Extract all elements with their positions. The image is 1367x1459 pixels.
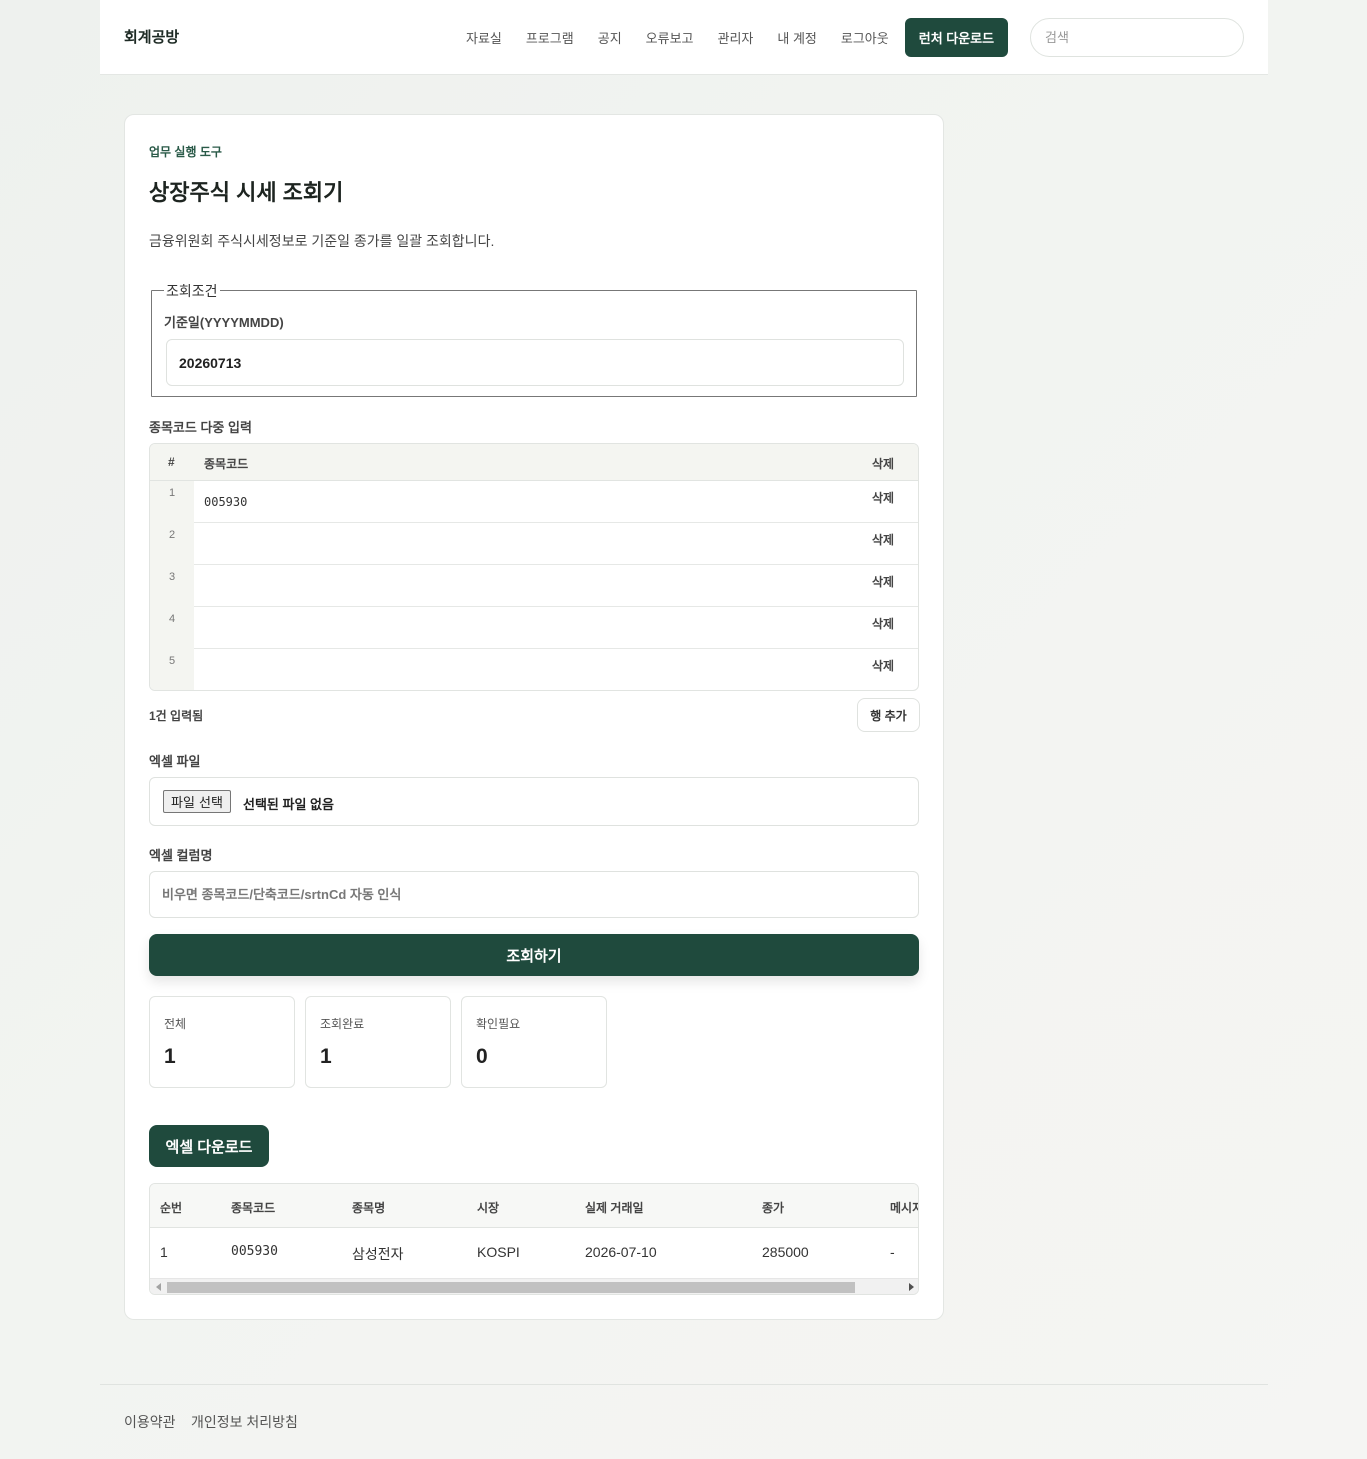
codes-label: 종목코드 다중 입력	[149, 420, 252, 435]
tool-card: 업무 실행 도구 상장주식 시세 조회기 금융위원회 주식시세정보로 기준일 종…	[124, 114, 944, 1320]
excel-download-button[interactable]: 엑셀 다운로드	[149, 1125, 269, 1167]
scroll-right-icon[interactable]	[909, 1283, 914, 1291]
search-input[interactable]	[1030, 18, 1244, 57]
conditions-fieldset: 조회조건 기준일(YYYYMMDD)	[151, 281, 917, 397]
result-header-cell: 메시지	[890, 1201, 918, 1215]
nav-item-notices[interactable]: 공지	[598, 28, 622, 47]
page-description: 금융위원회 주식시세정보로 기준일 종가를 일괄 조회합니다.	[149, 233, 495, 249]
scroll-left-icon[interactable]	[156, 1283, 161, 1291]
stat-value: 1	[164, 1045, 176, 1068]
result-header-cell: 시장	[477, 1201, 500, 1215]
stat-value: 0	[476, 1045, 488, 1068]
result-cell: 1	[160, 1244, 168, 1260]
date-label: 기준일(YYYYMMDD)	[164, 315, 284, 330]
page-title: 상장주식 시세 조회기	[149, 180, 344, 205]
result-cell: 삼성전자	[352, 1246, 404, 1262]
grid-row[interactable]: 4 삭제	[150, 607, 918, 649]
query-button[interactable]: 조회하기	[149, 934, 919, 976]
row-delete-button[interactable]: 삭제	[872, 573, 894, 590]
grid-header: # 종목코드 삭제	[150, 444, 918, 481]
excel-column-label: 엑셀 컬럼명	[149, 848, 213, 863]
result-cell: 285000	[762, 1244, 809, 1260]
main-nav: 자료실 프로그램 공지 오류보고 관리자 내 계정 로그아웃 런처 다운로드	[466, 18, 1009, 57]
stat-value: 1	[320, 1045, 332, 1068]
result-cell: KOSPI	[477, 1244, 520, 1260]
horizontal-scrollbar[interactable]	[150, 1278, 918, 1294]
stat-card-needs-check: 확인필요 0	[461, 996, 607, 1088]
grid-header-delete: 삭제	[872, 457, 895, 471]
result-table: 순번 종목코드 종목명 시장 실제 거래일 종가 메시지 1 005930 삼성…	[149, 1183, 919, 1295]
conditions-legend: 조회조건	[164, 281, 220, 301]
add-row-button[interactable]: 행 추가	[857, 698, 920, 732]
nav-item-bug-report[interactable]: 오류보고	[646, 28, 694, 47]
row-number: 5	[150, 649, 194, 690]
row-delete-button[interactable]: 삭제	[872, 489, 894, 506]
base-date-input[interactable]	[166, 339, 904, 386]
launcher-download-button[interactable]: 런처 다운로드	[904, 18, 1009, 57]
result-table-header: 순번 종목코드 종목명 시장 실제 거래일 종가 메시지	[150, 1184, 918, 1228]
result-header-cell: 종목명	[352, 1201, 386, 1215]
footer-divider	[100, 1384, 1268, 1385]
result-header-cell: 종목코드	[231, 1201, 276, 1215]
choose-file-button[interactable]: 파일 선택	[163, 790, 231, 813]
footer-terms-link[interactable]: 이용약관	[124, 1412, 176, 1432]
row-number: 2	[150, 523, 194, 565]
input-count: 1건 입력됨	[149, 709, 204, 723]
excel-file-input: 파일 선택 선택된 파일 없음	[149, 777, 919, 826]
nav-item-programs[interactable]: 프로그램	[526, 28, 574, 47]
result-cell: -	[890, 1244, 895, 1260]
row-delete-button[interactable]: 삭제	[872, 531, 894, 548]
grid-row[interactable]: 5 삭제	[150, 649, 918, 690]
stat-label: 조회완료	[320, 1017, 365, 1031]
row-number: 3	[150, 565, 194, 607]
top-header: 회계공방 자료실 프로그램 공지 오류보고 관리자 내 계정 로그아웃 런처 다…	[100, 0, 1268, 75]
result-header-cell: 종가	[762, 1201, 785, 1215]
row-code-cell[interactable]: 005930	[204, 495, 247, 509]
stat-label: 전체	[164, 1017, 187, 1031]
grid-row[interactable]: 1 005930 삭제	[150, 481, 918, 523]
row-number: 1	[150, 481, 194, 523]
stat-card-completed: 조회완료 1	[305, 996, 451, 1088]
excel-column-input[interactable]	[149, 871, 919, 918]
result-header-cell: 순번	[160, 1201, 183, 1215]
row-number: 4	[150, 607, 194, 649]
brand-logo[interactable]: 회계공방	[124, 26, 179, 47]
grid-header-num: #	[168, 455, 175, 469]
footer-privacy-link[interactable]: 개인정보 처리방침	[191, 1412, 298, 1432]
section-eyebrow: 업무 실행 도구	[149, 145, 222, 159]
row-delete-button[interactable]: 삭제	[872, 615, 894, 632]
table-row: 1 005930 삼성전자 KOSPI 2026-07-10 285000 -	[150, 1228, 918, 1276]
grid-row[interactable]: 2 삭제	[150, 523, 918, 565]
result-cell: 2026-07-10	[585, 1244, 657, 1260]
row-delete-button[interactable]: 삭제	[872, 657, 894, 674]
result-header-cell: 실제 거래일	[585, 1201, 644, 1215]
nav-item-my-account[interactable]: 내 계정	[777, 28, 817, 47]
stat-label: 확인필요	[476, 1017, 521, 1031]
excel-file-label: 엑셀 파일	[149, 754, 201, 769]
result-cell: 005930	[231, 1244, 278, 1259]
nav-item-library[interactable]: 자료실	[466, 28, 502, 47]
code-input-grid: # 종목코드 삭제 1 005930 삭제 2 삭제 3 삭제 4 삭제 5 삭…	[149, 443, 919, 691]
grid-row[interactable]: 3 삭제	[150, 565, 918, 607]
nav-item-admin[interactable]: 관리자	[718, 28, 754, 47]
grid-header-code: 종목코드	[204, 457, 249, 471]
scroll-thumb[interactable]	[167, 1282, 855, 1293]
nav-item-logout[interactable]: 로그아웃	[841, 28, 889, 47]
file-status: 선택된 파일 없음	[243, 797, 334, 812]
stat-card-total: 전체 1	[149, 996, 295, 1088]
